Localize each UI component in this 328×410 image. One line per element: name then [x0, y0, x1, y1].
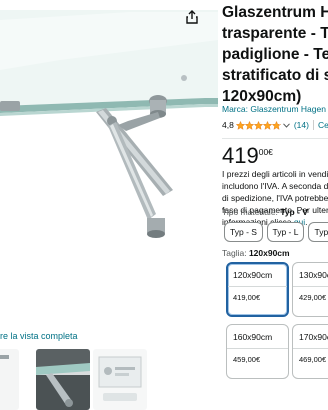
- product-info-panel: Glaszentrum Ha trasparente - Te padiglio…: [222, 0, 328, 410]
- thumbnail-1[interactable]: [0, 349, 19, 410]
- size-option-170x90[interactable]: 170x90cm 469,00€: [292, 324, 328, 379]
- share-button[interactable]: [181, 6, 203, 28]
- star-icon: [262, 120, 272, 130]
- tax-note: I prezzi degli articoli in vendita inclu…: [222, 168, 328, 228]
- size-option-label: 170x90cm: [299, 332, 328, 342]
- divider: [312, 120, 314, 130]
- thumbnail-2[interactable]: [36, 349, 90, 410]
- material-selected: Typ - V: [280, 207, 308, 217]
- size-option-130x90[interactable]: 130x90cm 429,00€: [292, 262, 328, 317]
- size-option-120x90[interactable]: 120x90cm 419,00€: [226, 262, 289, 317]
- tax-note-end: .: [305, 217, 308, 227]
- material-option-typ-s[interactable]: Typ - S: [224, 222, 263, 242]
- size-option-160x90[interactable]: 160x90cm 459,00€: [226, 324, 289, 379]
- size-option-price: 429,00€: [299, 293, 327, 302]
- full-view-link[interactable]: re la vista completa: [0, 331, 78, 341]
- size-label-text: Taglia:: [222, 248, 249, 258]
- material-label: Tipo materiale: Typ - V: [222, 207, 308, 217]
- size-option-price: 469,00€: [299, 355, 327, 364]
- brand-link[interactable]: Marca: Glaszentrum Hagen: [222, 104, 326, 114]
- size-option-divider: [227, 348, 288, 349]
- size-option-divider: [228, 286, 287, 287]
- section-divider: [222, 138, 328, 139]
- size-option-divider: [293, 348, 328, 349]
- star-icon: [253, 120, 263, 130]
- star-icon: [235, 120, 245, 130]
- size-selected: 120x90cm: [248, 248, 290, 258]
- share-icon: [186, 10, 198, 24]
- star-half-icon: [271, 120, 281, 130]
- price: 419 00€: [222, 143, 273, 169]
- material-option-typ-v[interactable]: Typ - V: [308, 222, 328, 242]
- size-option-price: 459,00€: [233, 355, 261, 364]
- main-product-image[interactable]: [0, 0, 218, 300]
- rating-row: 4,8 (14) Cerca: [222, 119, 328, 131]
- product-title: Glaszentrum Ha trasparente - Te padiglio…: [222, 4, 328, 105]
- image-gallery: re la vista completa: [0, 0, 218, 410]
- search-page-link[interactable]: Cerca: [318, 120, 328, 130]
- size-option-label: 160x90cm: [233, 332, 273, 342]
- material-label-text: Tipo materiale:: [222, 207, 281, 217]
- star-icon: [244, 120, 254, 130]
- size-option-divider: [293, 286, 328, 287]
- tax-note-text: I prezzi degli articoli in vendita inclu…: [222, 169, 328, 227]
- size-option-label: 120x90cm: [233, 270, 273, 280]
- size-label: Taglia: 120x90cm: [222, 248, 290, 258]
- thumbnail-3[interactable]: [93, 349, 147, 410]
- chevron-down-icon[interactable]: [282, 122, 290, 128]
- review-count-link[interactable]: (14): [294, 120, 309, 130]
- size-option-label: 130x90cm: [299, 270, 328, 280]
- star-rating[interactable]: [235, 120, 281, 130]
- rating-value: 4,8: [222, 120, 234, 130]
- material-option-typ-l[interactable]: Typ - L: [267, 222, 304, 242]
- price-whole: 419: [222, 143, 259, 168]
- size-option-price: 419,00€: [233, 293, 261, 302]
- price-fraction: 00€: [258, 147, 273, 157]
